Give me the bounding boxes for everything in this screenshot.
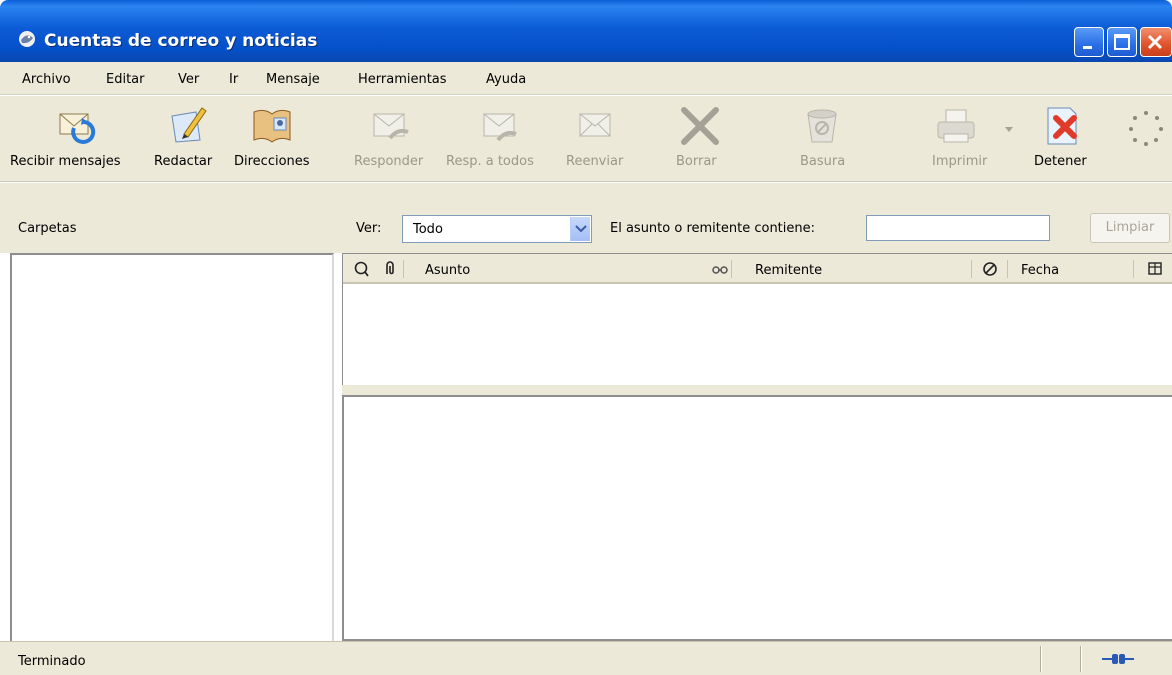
maximize-icon — [1114, 34, 1130, 50]
folder-pane-title: Carpetas — [18, 221, 77, 236]
search-label: El asunto o remitente contiene: — [610, 221, 816, 236]
reply-all-label: Resp. a todos — [446, 154, 534, 169]
address-book-icon — [253, 109, 291, 143]
print-button[interactable]: Imprimir — [924, 96, 1016, 182]
delete-button[interactable]: Borrar — [664, 96, 738, 182]
column-separator[interactable] — [1007, 260, 1008, 278]
folder-pane-header: Carpetas — [0, 183, 338, 253]
view-label: Ver: — [356, 221, 382, 236]
clear-button[interactable]: Limpiar — [1090, 213, 1170, 243]
printer-icon — [937, 109, 975, 143]
print-dropdown-icon[interactable] — [1004, 124, 1014, 134]
activity-throbber-icon — [1129, 111, 1163, 146]
stop-icon — [1047, 107, 1077, 145]
status-separator — [1080, 646, 1082, 672]
menu-archivo[interactable]: Archivo — [22, 72, 71, 87]
menu-herramientas[interactable]: Herramientas — [358, 72, 447, 87]
menu-ver[interactable]: Ver — [178, 72, 199, 87]
close-icon — [1147, 34, 1163, 50]
title-bar: Cuentas de correo y noticias — [0, 0, 1172, 62]
get-messages-label: Recibir mensajes — [10, 154, 121, 169]
reply-all-icon — [483, 113, 517, 142]
thread-pane[interactable]: Asunto Remitente Fecha — [342, 253, 1172, 385]
delete-icon — [681, 107, 719, 145]
stop-button[interactable]: Detener — [1030, 96, 1096, 182]
window-title: Cuentas de correo y noticias — [44, 31, 318, 51]
menu-mensaje[interactable]: Mensaje — [266, 72, 320, 87]
view-dropdown-value: Todo — [413, 222, 443, 237]
addresses-button[interactable]: Direcciones — [232, 96, 326, 182]
read-status-column-icon[interactable] — [711, 260, 729, 278]
view-dropdown[interactable]: Todo — [402, 215, 592, 243]
column-separator[interactable] — [403, 260, 404, 278]
menu-bar: Archivo Editar Ver Ir Mensaje Herramient… — [0, 62, 1172, 95]
delete-label: Borrar — [676, 154, 717, 169]
column-separator[interactable] — [971, 260, 972, 278]
minimize-button[interactable] — [1074, 27, 1104, 57]
junk-status-column-icon[interactable] — [981, 260, 999, 278]
forward-label: Reenviar — [566, 154, 624, 169]
menu-ayuda[interactable]: Ayuda — [486, 72, 526, 87]
menu-editar[interactable]: Editar — [106, 72, 145, 87]
status-separator — [1040, 646, 1042, 672]
search-filter-bar: Ver: Todo El asunto o remitente contiene… — [338, 183, 1172, 253]
addresses-label: Direcciones — [234, 154, 310, 169]
status-text: Terminado — [18, 654, 86, 669]
compose-icon — [171, 107, 207, 143]
chevron-down-icon — [575, 225, 587, 233]
forward-icon — [579, 113, 611, 137]
menu-ir[interactable]: Ir — [229, 72, 238, 87]
compose-button[interactable]: Redactar — [152, 96, 230, 182]
attachment-column-icon[interactable] — [381, 260, 399, 278]
junk-button[interactable]: Basura — [786, 96, 860, 182]
column-separator[interactable] — [1133, 260, 1134, 278]
compose-label: Redactar — [154, 154, 213, 169]
stop-label: Detener — [1034, 154, 1087, 169]
thread-column-icon[interactable] — [353, 260, 371, 278]
close-button[interactable] — [1140, 27, 1172, 57]
date-column-header[interactable]: Fecha — [1021, 263, 1059, 278]
thread-column-header: Asunto Remitente Fecha — [343, 254, 1172, 284]
maximize-button[interactable] — [1107, 27, 1137, 57]
forward-button[interactable]: Reenviar — [560, 96, 634, 182]
reply-label: Responder — [354, 154, 424, 169]
column-separator[interactable] — [731, 260, 732, 278]
status-bar: Terminado — [0, 641, 1172, 675]
column-picker-icon[interactable] — [1147, 260, 1165, 278]
main-toolbar: Recibir mensajes Redactar Direcciones Re… — [0, 96, 1172, 182]
subject-sender-search-input[interactable] — [866, 215, 1050, 241]
subject-column-header[interactable]: Asunto — [425, 263, 470, 278]
junk-icon — [807, 109, 837, 143]
reply-button[interactable]: Responder — [340, 96, 436, 182]
get-messages-button[interactable]: Recibir mensajes — [10, 96, 150, 182]
junk-label: Basura — [800, 154, 846, 169]
get-mail-icon — [59, 113, 96, 144]
reply-icon — [373, 113, 409, 140]
view-dropdown-button[interactable] — [570, 217, 590, 241]
minimize-icon — [1083, 46, 1092, 49]
message-preview-pane[interactable] — [342, 395, 1172, 641]
print-label: Imprimir — [932, 154, 988, 169]
folder-tree[interactable] — [10, 253, 334, 643]
thunderbird-app-icon[interactable] — [18, 30, 36, 48]
reply-all-button[interactable]: Resp. a todos — [444, 96, 558, 182]
pane-splitter[interactable] — [342, 385, 1172, 395]
online-status-icon[interactable] — [1100, 651, 1136, 667]
sender-column-header[interactable]: Remitente — [755, 263, 822, 278]
